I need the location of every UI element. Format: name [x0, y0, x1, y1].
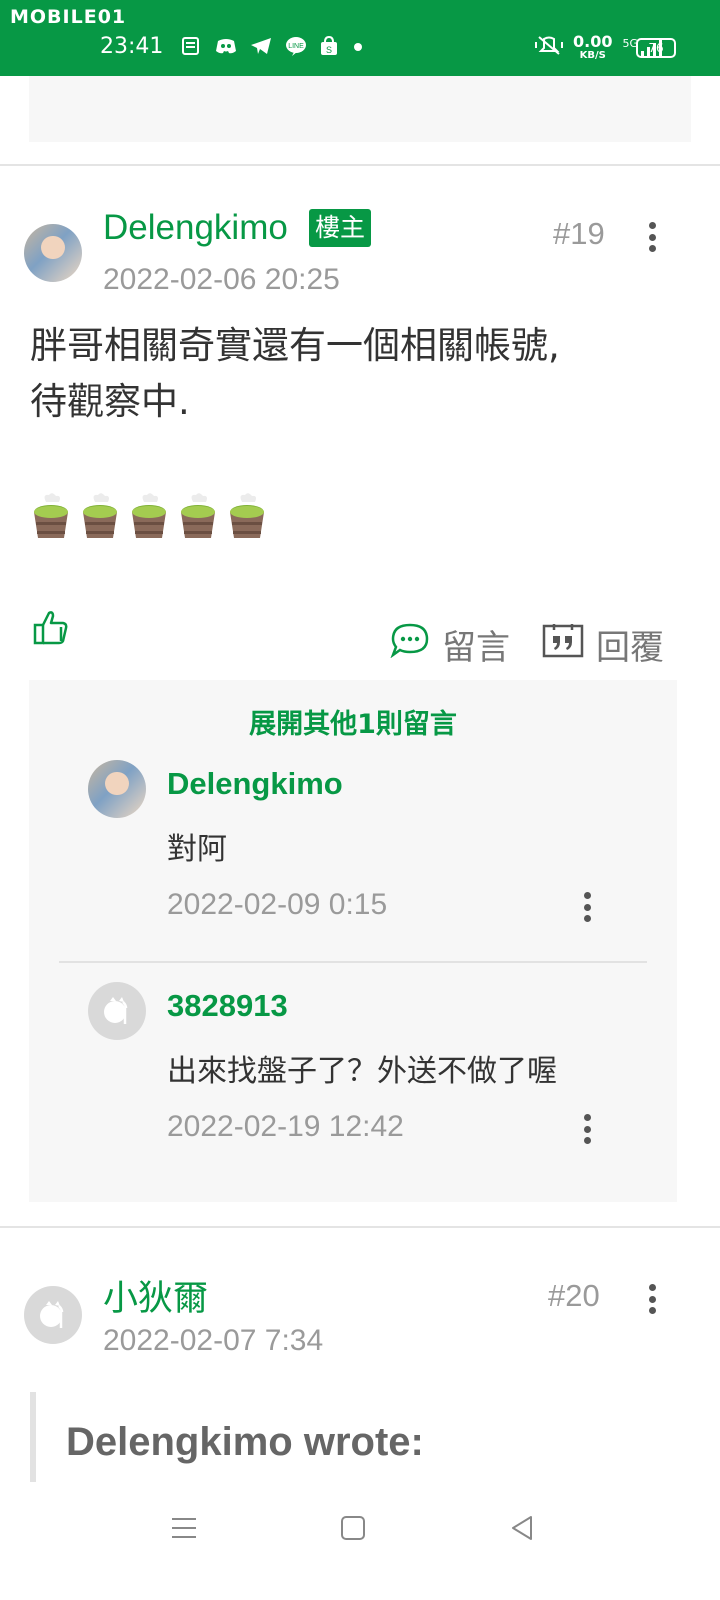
post-body-line: 待觀察中.: [30, 380, 190, 423]
more-options-icon[interactable]: [647, 1284, 657, 1314]
hot-spring-bucket-icon: [230, 493, 264, 538]
system-nav-bar: [0, 1484, 720, 1600]
avatar[interactable]: [24, 224, 82, 282]
op-badge: 樓主: [309, 209, 372, 247]
status-time: 23:41: [100, 34, 164, 59]
comment-author[interactable]: Delengkimo: [167, 766, 343, 802]
expand-comments-link[interactable]: 展開其他1則留言: [29, 702, 677, 741]
comment-divider: [59, 961, 647, 963]
post-body-line: 胖哥相關奇實還有一個相關帳號,: [30, 324, 560, 367]
default-avatar-icon[interactable]: [88, 982, 146, 1040]
comments-panel: 展開其他1則留言 Delengkimo 對阿 2022-02-09 0:15 3…: [29, 680, 677, 1202]
svg-text:LINE: LINE: [288, 43, 304, 50]
battery-indicator: 76: [636, 38, 676, 58]
previous-post-tail: [29, 76, 691, 142]
post-divider: [0, 164, 720, 166]
comment-timestamp: 2022-02-09 0:15: [167, 888, 388, 921]
post-timestamp: 2022-02-06 20:25: [103, 263, 340, 296]
status-bar: MOBILE01 23:41 LINE S 0.00 KB/S 5G 76: [0, 0, 720, 76]
back-icon[interactable]: [502, 1508, 542, 1548]
shopee-icon: S: [320, 35, 338, 61]
emoji-row: [32, 492, 266, 540]
like-icon[interactable]: [32, 608, 70, 650]
discord-icon: [215, 37, 237, 60]
post-body: 胖哥相關奇實還有一個相關帳號, 待觀察中.: [30, 318, 670, 430]
comment-author[interactable]: 3828913: [167, 988, 288, 1024]
quote-header: Delengkimo wrote:: [66, 1420, 424, 1464]
comment-icon[interactable]: [390, 622, 430, 667]
brand-logo: MOBILE01: [10, 6, 127, 28]
hot-spring-bucket-icon: [34, 493, 68, 538]
comment-timestamp: 2022-02-19 12:42: [167, 1110, 404, 1143]
reply-button[interactable]: 回覆: [596, 620, 664, 669]
dot-icon: [351, 39, 365, 59]
menu-icon[interactable]: [164, 1508, 204, 1548]
hot-spring-bucket-icon: [132, 493, 166, 538]
notification-icons: LINE S: [182, 35, 365, 61]
more-options-icon[interactable]: [647, 222, 657, 252]
more-options-icon[interactable]: [582, 892, 592, 922]
speed-value: 0.00: [572, 32, 613, 51]
post-timestamp: 2022-02-07 7:34: [103, 1324, 324, 1357]
svg-text:S: S: [326, 45, 332, 55]
floor-number[interactable]: #20: [548, 1278, 600, 1314]
hot-spring-bucket-icon: [181, 493, 215, 538]
post-divider: [0, 1226, 720, 1228]
comment-button[interactable]: 留言: [442, 620, 510, 669]
hot-spring-bucket-icon: [83, 493, 117, 538]
quote-icon[interactable]: [542, 622, 584, 667]
floor-number[interactable]: #19: [553, 216, 605, 252]
mute-vibrate-icon: [534, 35, 563, 60]
news-icon: [182, 37, 202, 60]
comment-text: 出來找盤子了？外送不做了喔: [167, 1054, 557, 1089]
telegram-icon: [250, 37, 272, 60]
quote-bar: [30, 1392, 36, 1482]
post-actions: 留言 回覆: [390, 620, 664, 669]
post-author[interactable]: 小狄爾: [103, 1270, 208, 1321]
speed-unit: KB/S: [579, 50, 606, 61]
more-options-icon[interactable]: [582, 1114, 592, 1144]
avatar[interactable]: [88, 760, 146, 818]
network-speed: 0.00 KB/S: [572, 32, 613, 62]
post-author[interactable]: Delengkimo: [103, 208, 288, 248]
comment-text: 對阿: [167, 832, 227, 867]
default-avatar-icon[interactable]: [24, 1286, 82, 1344]
line-icon: LINE: [285, 36, 307, 61]
home-icon[interactable]: [333, 1508, 373, 1548]
